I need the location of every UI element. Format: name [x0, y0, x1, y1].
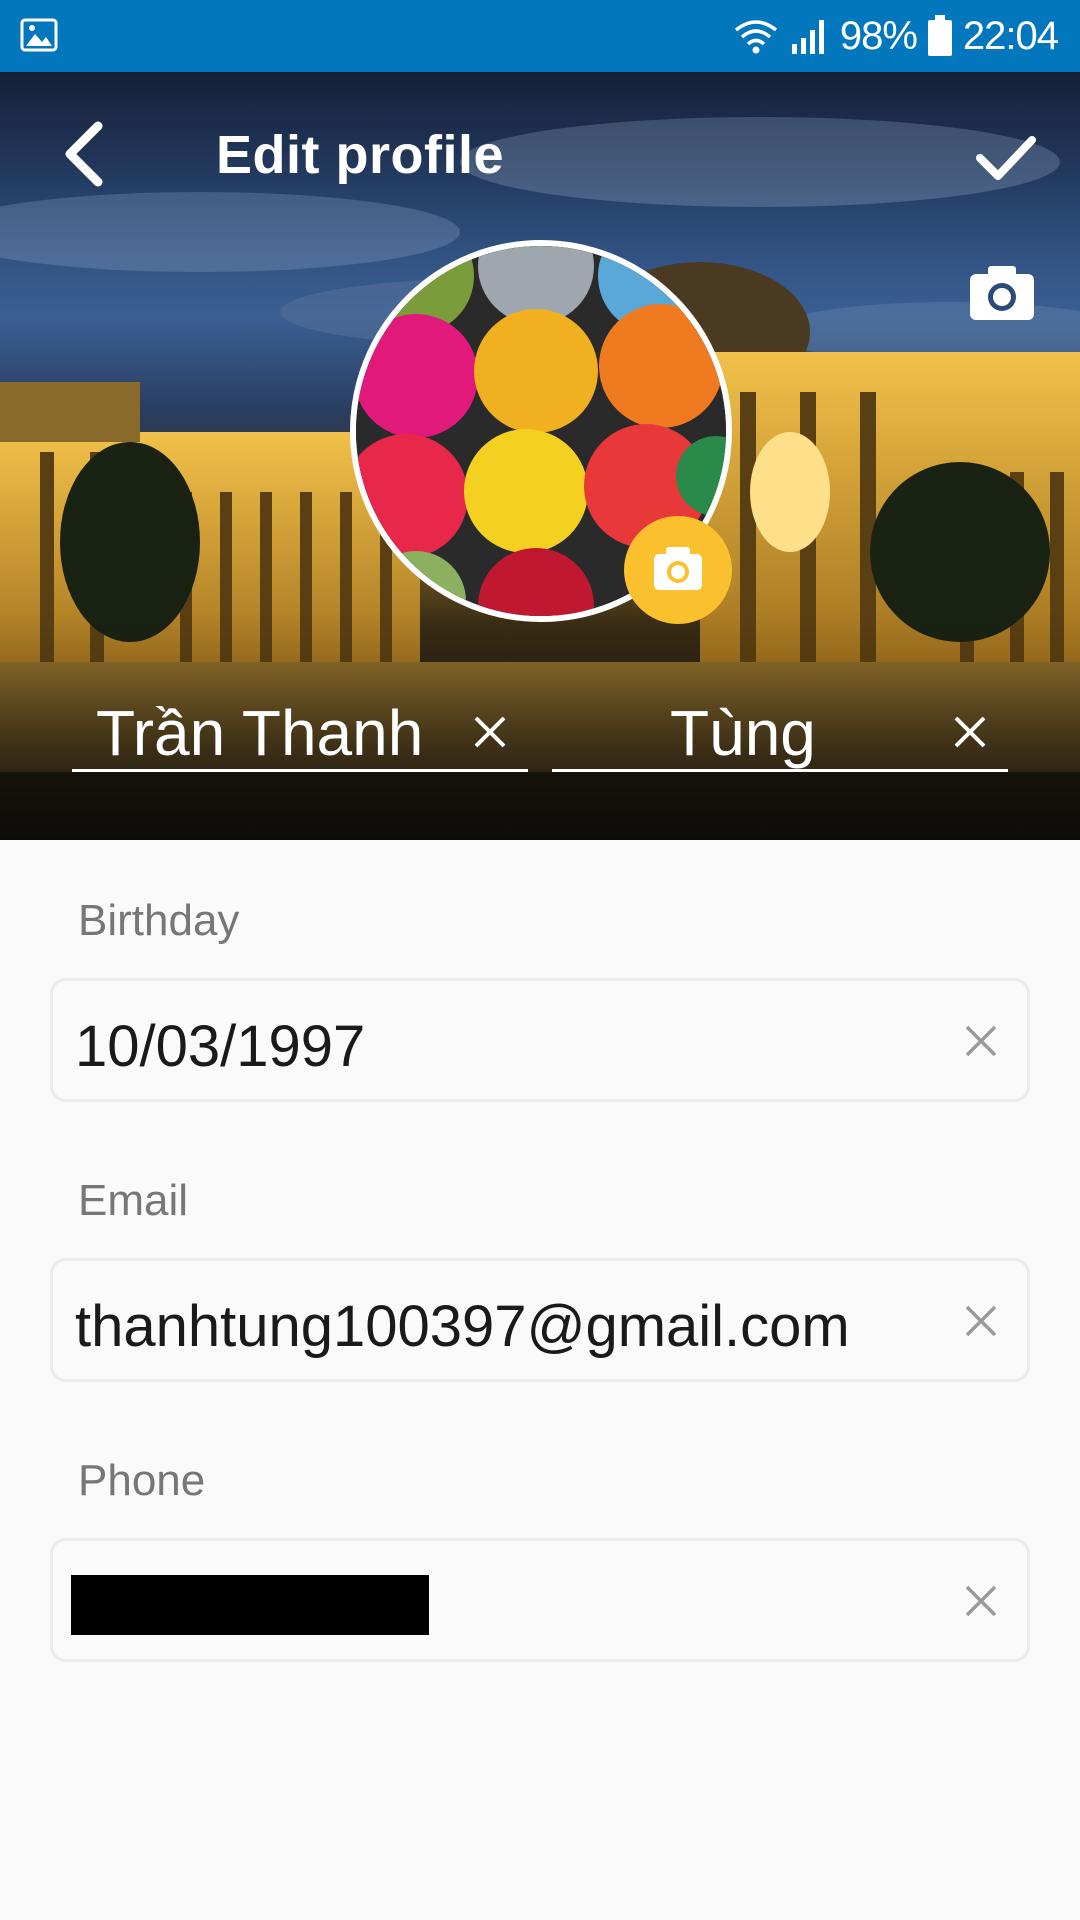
last-name-field[interactable]: Tùng	[552, 692, 1008, 772]
camera-icon	[654, 547, 702, 590]
phone-field[interactable]	[50, 1538, 1030, 1662]
email-field[interactable]: thanhtung100397@gmail.com	[50, 1258, 1030, 1382]
clear-email-button[interactable]	[961, 1301, 1001, 1341]
save-check-button[interactable]	[966, 116, 1046, 196]
wifi-icon	[734, 20, 777, 54]
back-button[interactable]	[48, 114, 128, 194]
status-indicators: 98% 22:04	[732, 12, 1059, 60]
status-bar: 98% 22:04	[0, 0, 1080, 72]
cover-photo[interactable]: Edit profile Trần Thanh Tùng	[0, 72, 1080, 840]
birthday-field[interactable]: 10/03/1997	[50, 978, 1030, 1102]
change-avatar-camera-button[interactable]	[624, 516, 732, 624]
phone-label: Phone	[78, 1456, 206, 1505]
page-title: Edit profile	[216, 125, 504, 185]
first-name-field[interactable]: Trần Thanh	[72, 692, 528, 772]
gallery-icon	[20, 18, 58, 52]
last-name-value: Tùng	[670, 697, 816, 769]
status-time: 22:04	[962, 13, 1059, 58]
birthday-label: Birthday	[78, 896, 240, 945]
battery-percentage: 98%	[839, 13, 918, 58]
email-value: thanhtung100397@gmail.com	[75, 1294, 850, 1359]
clear-first-name-button[interactable]	[468, 710, 512, 754]
clear-last-name-button[interactable]	[948, 710, 992, 754]
change-cover-camera-icon[interactable]	[966, 258, 1038, 330]
first-name-value: Trần Thanh	[96, 697, 424, 769]
phone-value-redacted	[71, 1575, 429, 1635]
email-label: Email	[78, 1176, 189, 1225]
clear-birthday-button[interactable]	[961, 1021, 1001, 1061]
clear-phone-button[interactable]	[961, 1581, 1001, 1621]
signal-icon	[791, 20, 824, 54]
battery-icon	[927, 15, 952, 56]
birthday-value: 10/03/1997	[75, 1014, 366, 1079]
